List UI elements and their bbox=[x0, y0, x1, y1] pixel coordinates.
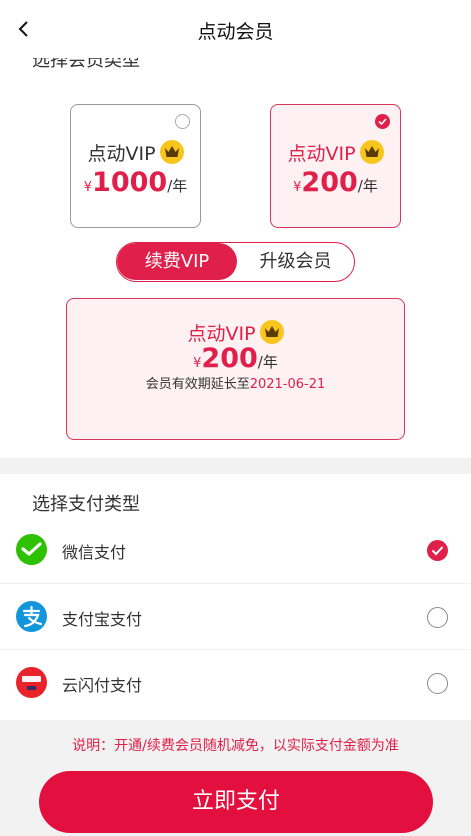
validity-date: 2021-06-21 bbox=[249, 377, 326, 392]
membership-section-title: 选择会员类型 bbox=[32, 58, 140, 71]
payment-option-unionpay[interactable]: 云闪付支付 bbox=[0, 649, 471, 715]
unionpay-quickpass-icon bbox=[16, 667, 47, 698]
summary-price: ¥200/年 bbox=[193, 343, 278, 374]
membership-section: 选择会员类型 点动VIP ¥1000/年 点动VIP ¥200/年 续费VIP … bbox=[0, 58, 471, 458]
payment-section-title: 选择支付类型 bbox=[32, 494, 140, 515]
payment-option-alipay[interactable]: 支付宝支付 bbox=[0, 583, 471, 649]
plan-card-200[interactable]: 点动VIP ¥200/年 bbox=[270, 104, 401, 228]
membership-mode-toggle: 续费VIP 升级会员 bbox=[116, 242, 355, 282]
plan-price: ¥1000/年 bbox=[83, 167, 188, 198]
plan-radio-unselected bbox=[175, 114, 190, 129]
plan-radio-selected bbox=[375, 114, 390, 129]
page-title: 点动会员 bbox=[197, 21, 274, 43]
plan-price: ¥200/年 bbox=[293, 167, 378, 198]
plan-name: 点动VIP bbox=[271, 139, 400, 166]
payment-radio-unselected[interactable] bbox=[427, 673, 448, 694]
crown-icon bbox=[359, 140, 384, 164]
pay-now-button[interactable]: 立即支付 bbox=[39, 771, 433, 833]
top-bar: 点动会员 bbox=[0, 0, 471, 58]
crown-icon bbox=[159, 140, 184, 164]
wechat-pay-icon bbox=[16, 534, 47, 565]
payment-label: 支付宝支付 bbox=[62, 610, 143, 629]
payment-note: 说明：开通/续费会员随机减免，以实际支付金额为准 bbox=[72, 738, 399, 754]
payment-section: 选择支付类型 微信支付 支付宝支付 云闪付支付 bbox=[0, 474, 471, 720]
payment-label: 微信支付 bbox=[62, 543, 127, 562]
plan-card-1000[interactable]: 点动VIP ¥1000/年 bbox=[70, 104, 201, 228]
alipay-icon bbox=[16, 601, 47, 632]
payment-radio-unselected[interactable] bbox=[427, 607, 448, 628]
tab-renew-vip[interactable]: 续费VIP bbox=[117, 243, 237, 280]
summary-plan-name: 点动VIP bbox=[67, 319, 404, 346]
tab-upgrade-member[interactable]: 升级会员 bbox=[237, 243, 354, 280]
membership-summary-card: 点动VIP ¥200/年 会员有效期延长至2021-06-21 bbox=[66, 298, 405, 440]
crown-icon bbox=[259, 320, 284, 344]
validity-text: 会员有效期延长至2021-06-21 bbox=[145, 377, 326, 392]
payment-radio-selected[interactable] bbox=[427, 540, 448, 561]
payment-option-wechat[interactable]: 微信支付 bbox=[0, 517, 471, 583]
plan-name: 点动VIP bbox=[71, 139, 200, 166]
payment-label: 云闪付支付 bbox=[62, 676, 143, 695]
